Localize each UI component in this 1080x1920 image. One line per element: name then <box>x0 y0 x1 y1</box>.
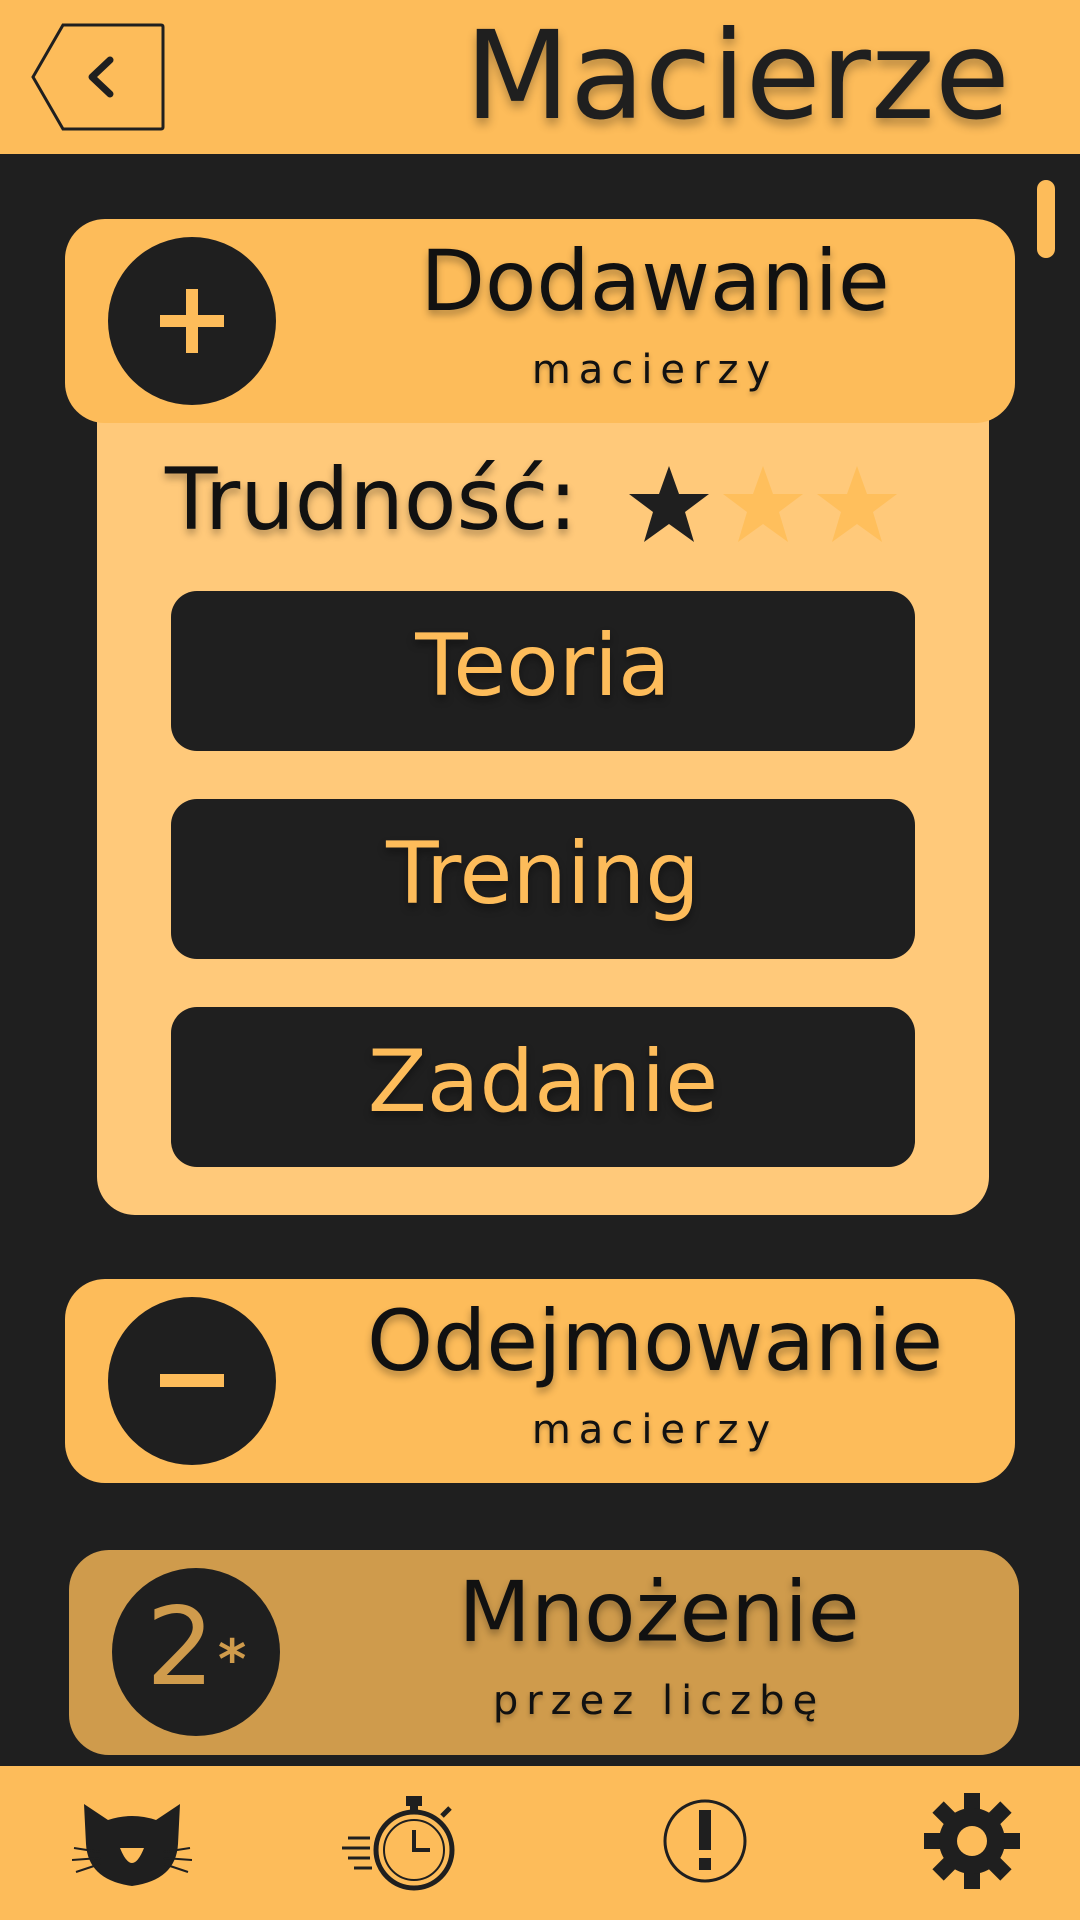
nav-home[interactable] <box>72 1786 192 1896</box>
section-subtitle: macierzy <box>531 1407 779 1453</box>
star-empty-icon <box>723 466 803 542</box>
section-subtraction[interactable]: Odejmowanie macierzy <box>65 1279 1015 1483</box>
back-button[interactable] <box>30 22 166 132</box>
section-scalar-multiplication[interactable]: 2 * Mnożenie przez liczbę <box>69 1550 1019 1755</box>
section-expanded-panel: Trudność: Teoria Trening Zadanie <box>97 420 989 1215</box>
page-title: Macierze <box>464 5 1010 147</box>
theory-button[interactable]: Teoria <box>171 591 915 751</box>
chevron-left-icon <box>31 23 165 131</box>
section-subtitle: macierzy <box>531 347 779 393</box>
star-empty-icon <box>817 466 897 542</box>
nav-info[interactable] <box>645 1786 765 1896</box>
scalar-multiply-icon: 2 * <box>112 1568 280 1736</box>
section-title: Dodawanie <box>420 232 890 330</box>
section-title: Mnożenie <box>458 1563 860 1661</box>
icon-asterisk: * <box>218 1628 247 1691</box>
header-bar: Macierze <box>0 0 1080 154</box>
training-button[interactable]: Trening <box>171 799 915 959</box>
nav-timer[interactable] <box>340 1786 470 1896</box>
cat-icon <box>72 1804 192 1886</box>
exclamation-icon <box>663 1799 747 1883</box>
section-subtitle: przez liczbę <box>492 1678 826 1724</box>
minus-icon <box>108 1297 276 1465</box>
star-filled-icon <box>629 466 709 542</box>
stopwatch-icon <box>342 1796 455 1891</box>
section-title: Odejmowanie <box>366 1292 944 1390</box>
plus-icon <box>108 237 276 405</box>
bottom-navigation <box>0 1766 1080 1920</box>
section-addition[interactable]: Dodawanie macierzy <box>65 219 1015 423</box>
task-button[interactable]: Zadanie <box>171 1007 915 1167</box>
nav-settings[interactable] <box>912 1786 1032 1896</box>
gear-icon <box>924 1793 1020 1889</box>
icon-number: 2 <box>146 1585 215 1710</box>
scrollbar[interactable] <box>1037 180 1055 258</box>
difficulty-label: Trudność: <box>165 450 578 550</box>
